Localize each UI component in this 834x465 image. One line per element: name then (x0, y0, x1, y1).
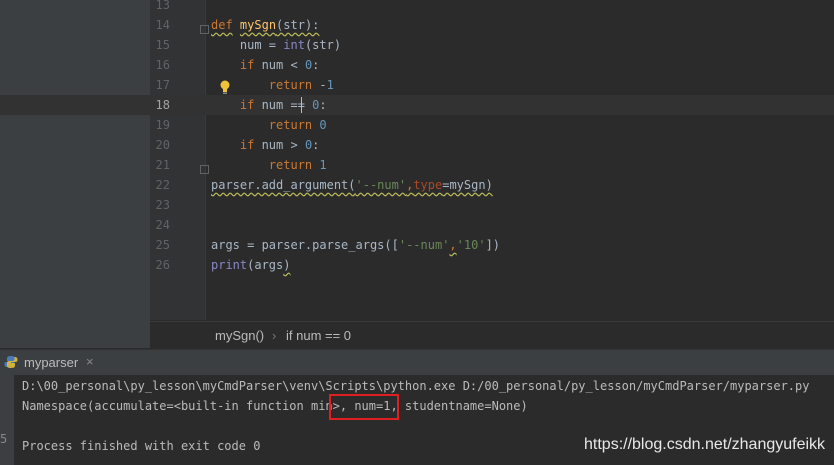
console-line-namespace: Namespace(accumulate=<built-in function … (22, 399, 528, 413)
fold-icon[interactable] (200, 25, 209, 34)
line-number: 14 (155, 18, 170, 32)
code-line[interactable]: 21 return 1 (0, 155, 834, 175)
code-text[interactable]: args = parser.parse_args(['--num','10']) (211, 235, 500, 255)
code-line[interactable]: 13 (0, 0, 834, 15)
code-text[interactable]: print(args) (211, 255, 290, 275)
line-number: 16 (155, 58, 170, 72)
line-number: 13 (155, 0, 170, 12)
code-line[interactable]: 14 def mySgn(str): (0, 15, 834, 35)
code-line[interactable]: 17 return -1 (0, 75, 834, 95)
console-line-command: D:\00_personal\py_lesson\myCmdParser\ven… (22, 379, 810, 393)
line-number: 17 (155, 78, 170, 92)
code-line[interactable]: 25 args = parser.parse_args(['--num','10'… (0, 235, 834, 255)
code-text[interactable]: num = int(str) (211, 35, 341, 55)
code-line[interactable]: 15 num = int(str) (0, 35, 834, 55)
code-text[interactable]: return 0 (211, 115, 327, 135)
text-caret (301, 97, 302, 113)
watermark: https://blog.csdn.net/zhangyufeikk (584, 436, 826, 453)
console-gutter-mark: 5 (0, 432, 8, 446)
line-number: 26 (155, 258, 170, 272)
code-line[interactable]: 23 (0, 195, 834, 215)
line-number: 23 (155, 198, 170, 212)
line-number: 25 (155, 238, 170, 252)
breadcrumb-function[interactable]: mySgn() (215, 328, 264, 343)
code-text[interactable]: parser.add_argument('--num',type=mySgn) (211, 175, 493, 195)
code-line[interactable]: 16 if num < 0: (0, 55, 834, 75)
breadcrumb-if-block[interactable]: if num == 0 (286, 328, 351, 343)
code-line[interactable]: 24 (0, 215, 834, 235)
code-line[interactable]: 26 print(args) (0, 255, 834, 275)
lightbulb-icon[interactable] (219, 80, 231, 94)
line-number: 19 (155, 118, 170, 132)
tab-myparser[interactable]: myparser (24, 355, 78, 370)
python-icon (4, 356, 18, 368)
code-line[interactable]: 22 parser.add_argument('--num',type=mySgn… (0, 175, 834, 195)
num-highlight-box (329, 394, 399, 420)
console-line-exit: Process finished with exit code 0 (22, 439, 261, 453)
line-number: 20 (155, 138, 170, 152)
code-text[interactable]: return 1 (211, 155, 327, 175)
breadcrumb-separator: › (272, 328, 277, 343)
line-number: 21 (155, 158, 170, 172)
code-text[interactable]: def mySgn(str): (211, 15, 319, 35)
close-icon[interactable]: × (86, 354, 94, 369)
line-number: 15 (155, 38, 170, 52)
code-text[interactable]: if num < 0: (211, 55, 320, 75)
breadcrumb: mySgn() › if num == 0 (150, 321, 834, 349)
code-text[interactable]: if num > 0: (211, 135, 320, 155)
line-number: 18 (155, 98, 170, 112)
code-text[interactable]: if num == 0: (211, 95, 327, 115)
fold-icon[interactable] (200, 165, 209, 174)
code-line[interactable]: 19 return 0 (0, 115, 834, 135)
line-number: 22 (155, 178, 170, 192)
line-number: 24 (155, 218, 170, 232)
code-line[interactable]: 18 if num == 0: (0, 95, 834, 115)
run-tool-window-header: myparser × (0, 349, 834, 375)
code-line[interactable]: 20 if num > 0: (0, 135, 834, 155)
run-console-gutter (0, 375, 14, 465)
